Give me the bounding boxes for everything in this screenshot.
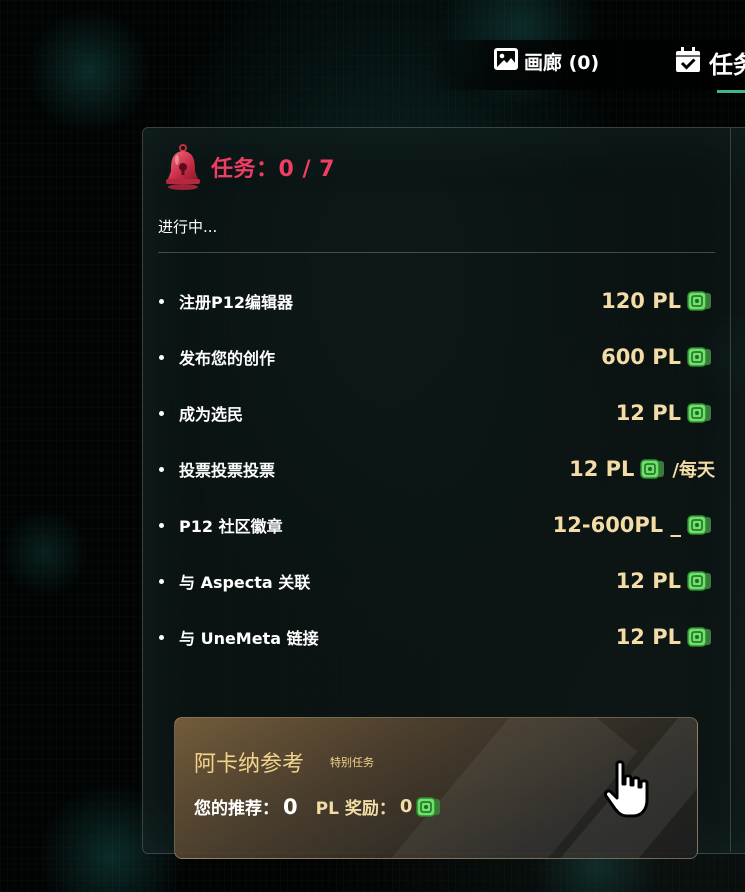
task-title: 注册P12编辑器: [158, 289, 293, 313]
bullet-icon: [159, 466, 164, 472]
status-text: 进行中...: [158, 218, 218, 236]
pl-coin-icon: [687, 571, 715, 591]
bullet-icon: [159, 634, 164, 640]
image-icon: [494, 48, 518, 75]
task-item[interactable]: 投票投票投票 12 PL /每天: [158, 441, 715, 497]
task-label: 与 UneMeta 链接: [179, 629, 319, 648]
active-tab-indicator: [717, 90, 745, 93]
task-label: 成为选民: [179, 405, 244, 424]
task-reward: 600 PL: [601, 345, 715, 369]
referral-title: 阿卡纳参考: [194, 752, 305, 777]
divider: [158, 252, 715, 253]
task-item[interactable]: 与 Aspecta 关联 12 PL: [158, 553, 715, 609]
task-list: 注册P12编辑器 120 PL 发布您的创作 600 PL 成为选民 12 PL…: [158, 273, 715, 665]
bullet-icon: [159, 578, 164, 584]
hand-pointer-icon: [603, 760, 659, 822]
task-title: 成为选民: [158, 401, 243, 425]
bullet-icon: [159, 354, 164, 360]
task-reward: 12 PL: [616, 569, 715, 593]
task-title: P12 社区徽章: [158, 513, 283, 537]
task-title: 与 UneMeta 链接: [158, 625, 319, 649]
task-item[interactable]: P12 社区徽章 12-600PL _: [158, 497, 715, 553]
top-nav: 画廊 (0) 任务: [430, 40, 745, 93]
tab-gallery-label: 画廊 (0): [524, 52, 600, 74]
task-reward: 120 PL: [601, 289, 715, 313]
referrals-label: 您的推荐：: [194, 799, 279, 819]
special-task-badge: 特别任务: [330, 756, 374, 769]
calendar-check-icon: [675, 46, 701, 79]
pl-coin-icon: [687, 291, 715, 311]
reward-amount: 12-600PL _: [552, 513, 681, 537]
task-reward: 12 PL /每天: [569, 456, 715, 482]
task-item[interactable]: 与 UneMeta 链接 12 PL: [158, 609, 715, 665]
reward-amount: 600 PL: [601, 345, 681, 369]
pl-coin-icon: [687, 515, 715, 535]
reward-amount: 12 PL: [569, 457, 635, 481]
task-reward: 12-600PL _: [553, 513, 715, 537]
pl-reward-label: PL 奖励：: [315, 799, 396, 819]
panel-divider: [730, 128, 731, 852]
bell-icon: [163, 143, 203, 191]
pl-coin-icon: [687, 403, 715, 423]
tab-gallery[interactable]: 画廊 (0): [494, 48, 599, 75]
task-label: P12 社区徽章: [179, 517, 283, 536]
referral-stats: 您的推荐： 0 PL 奖励： 0: [194, 794, 444, 819]
bullet-icon: [159, 410, 164, 416]
task-item[interactable]: 发布您的创作 600 PL: [158, 329, 715, 385]
reward-amount: 12 PL: [615, 401, 681, 425]
referral-card[interactable]: 阿卡纳参考 特别任务 您的推荐： 0 PL 奖励： 0: [174, 717, 698, 859]
task-label: 发布您的创作: [179, 349, 276, 368]
task-reward: 12 PL: [616, 401, 715, 425]
task-label: 投票投票投票: [179, 461, 276, 480]
task-label: 与 Aspecta 关联: [179, 573, 311, 592]
bullet-icon: [159, 298, 164, 304]
tab-tasks-label: 任务: [709, 51, 745, 79]
page-title: 任务：0 / 7: [211, 157, 335, 182]
task-item[interactable]: 注册P12编辑器 120 PL: [158, 273, 715, 329]
pl-coin-icon: [687, 627, 715, 647]
task-item[interactable]: 成为选民 12 PL: [158, 385, 715, 441]
panel-header: 任务：0 / 7: [163, 143, 335, 191]
tab-tasks[interactable]: 任务: [675, 45, 745, 80]
task-title: 与 Aspecta 关联: [158, 569, 310, 593]
bullet-icon: [159, 522, 164, 528]
reward-amount: 12 PL: [615, 625, 681, 649]
pl-coin-icon: [640, 459, 668, 479]
tasks-panel: 任务：0 / 7 进行中... 注册P12编辑器 120 PL 发布您的创作 6…: [142, 127, 745, 859]
reward-amount: 120 PL: [601, 289, 681, 313]
task-label: 注册P12编辑器: [179, 293, 293, 312]
pl-reward-value: 0: [399, 796, 413, 817]
pl-coin-icon: [416, 796, 444, 817]
task-title: 发布您的创作: [158, 345, 275, 369]
reward-amount: 12 PL: [615, 569, 681, 593]
task-title: 投票投票投票: [158, 457, 275, 481]
pl-coin-icon: [687, 347, 715, 367]
task-reward: 12 PL: [616, 625, 715, 649]
referrals-count: 0: [283, 794, 298, 819]
reward-suffix: /每天: [672, 460, 715, 481]
